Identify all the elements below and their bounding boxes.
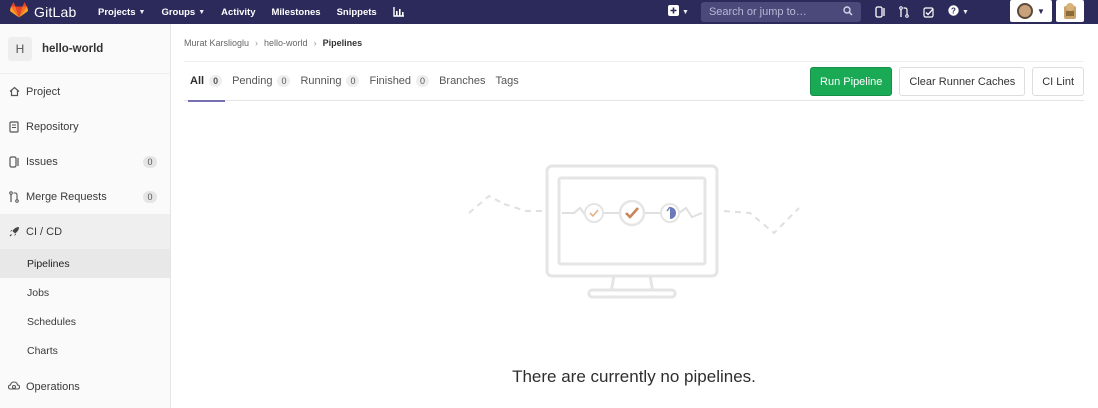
rocket-icon xyxy=(8,226,20,238)
nav-groups-label: Groups xyxy=(161,6,196,18)
sidebar-item-label: CI / CD xyxy=(26,225,63,238)
tab-label: Tags xyxy=(495,75,519,87)
tab-label: All xyxy=(190,75,205,87)
project-sidebar: H hello-world Project Repository Issues … xyxy=(0,24,171,408)
nav-projects-label: Projects xyxy=(98,6,136,18)
top-navbar: GitLab Projects ▼ Groups ▼ Activity Milest… xyxy=(0,0,1098,24)
sidebar-item-repository[interactable]: Repository xyxy=(0,109,170,144)
merge-request-icon xyxy=(8,190,20,203)
sidebar-item-label: Repository xyxy=(26,120,79,133)
gitlab-home-link[interactable]: GitLab xyxy=(10,1,90,23)
pipeline-actions: Run Pipeline Clear Runner Caches CI Lint xyxy=(803,67,1084,96)
merge-requests-count-badge: 0 xyxy=(143,190,157,203)
nav-milestones[interactable]: Milestones xyxy=(271,7,320,18)
nav-groups[interactable]: Groups ▼ xyxy=(161,7,205,18)
empty-pipelines-illustration xyxy=(468,164,800,299)
tab-label: Branches xyxy=(439,75,486,87)
tab-count-badge: 0 xyxy=(416,75,430,87)
tab-label: Running xyxy=(300,75,342,87)
merge-request-nav-icon[interactable] xyxy=(899,6,909,18)
issues-icon xyxy=(8,155,20,168)
clear-runner-caches-button[interactable]: Clear Runner Caches xyxy=(899,67,1026,96)
breadcrumb-project[interactable]: hello-world xyxy=(264,38,308,48)
search-input[interactable]: Search or jump to… xyxy=(700,2,861,22)
nav-activity[interactable]: Activity xyxy=(221,7,255,18)
tab-finished[interactable]: Finished 0 xyxy=(369,62,430,101)
issues-nav-icon[interactable] xyxy=(875,6,885,18)
search-icon xyxy=(843,5,853,19)
doc-icon xyxy=(8,120,20,133)
question-icon: ? xyxy=(948,3,959,21)
chevron-down-icon: ▼ xyxy=(198,8,206,16)
brand-name: GitLab xyxy=(34,4,77,20)
chevron-right-icon: › xyxy=(313,37,317,48)
sidebar-item-label: Project xyxy=(26,85,61,98)
issues-count-badge: 0 xyxy=(143,155,157,168)
empty-state-message: There are currently no pipelines. xyxy=(512,367,756,386)
project-name: hello-world xyxy=(42,42,104,55)
tab-all[interactable]: All 0 xyxy=(187,62,226,102)
sidebar-item-label: Operations xyxy=(26,380,80,393)
tab-count-badge: 0 xyxy=(346,75,360,87)
nav-snippets[interactable]: Snippets xyxy=(337,7,377,18)
tanuki-icon[interactable] xyxy=(1056,0,1084,22)
sidebar-item-label: Merge Requests xyxy=(26,190,107,203)
breadcrumb-current[interactable]: Pipelines xyxy=(323,38,363,48)
gitlab-logo-icon xyxy=(10,1,28,23)
home-icon xyxy=(8,86,20,98)
tab-label: Pending xyxy=(232,75,273,87)
new-item-button[interactable]: ▼ xyxy=(668,3,689,21)
sidebar-subitem-jobs[interactable]: Jobs xyxy=(0,278,170,307)
sidebar-item-project[interactable]: Project xyxy=(0,74,170,109)
chart-bar-icon[interactable] xyxy=(393,7,405,17)
chevron-down-icon: ▼ xyxy=(138,8,146,16)
tab-branches[interactable]: Branches xyxy=(439,62,485,101)
tab-label: Finished xyxy=(369,75,412,87)
cloud-gear-icon xyxy=(8,381,20,393)
empty-state: There are currently no pipelines. xyxy=(184,164,1084,408)
user-menu-button[interactable]: ▼ xyxy=(1010,0,1052,22)
breadcrumb: Murat Karslioglu › hello-world › Pipelin… xyxy=(184,24,1084,62)
ci-lint-button[interactable]: CI Lint xyxy=(1032,67,1084,96)
project-avatar: H xyxy=(8,36,32,61)
sidebar-item-ci-cd[interactable]: CI / CD xyxy=(0,214,170,249)
tab-pending[interactable]: Pending 0 xyxy=(232,62,291,101)
sidebar-subitem-schedules[interactable]: Schedules xyxy=(0,307,170,336)
run-pipeline-button[interactable]: Run Pipeline xyxy=(810,67,893,96)
help-button[interactable]: ? ▼ xyxy=(948,3,969,21)
sidebar-subitem-pipelines[interactable]: Pipelines xyxy=(0,249,170,278)
sidebar-subitem-charts[interactable]: Charts xyxy=(0,336,170,365)
main-content: Murat Karslioglu › hello-world › Pipelin… xyxy=(184,24,1084,102)
tab-count-badge: 0 xyxy=(277,75,291,87)
svg-text:?: ? xyxy=(951,7,956,16)
avatar xyxy=(1017,3,1034,19)
search-placeholder: Search or jump to… xyxy=(708,6,807,18)
tab-count-badge: 0 xyxy=(209,75,223,87)
tab-tags[interactable]: Tags xyxy=(496,62,519,101)
chevron-down-icon: ▼ xyxy=(682,8,689,16)
todos-nav-icon[interactable] xyxy=(923,6,934,18)
breadcrumb-namespace[interactable]: Murat Karslioglu xyxy=(184,38,249,48)
sidebar-project-header[interactable]: H hello-world xyxy=(0,24,170,74)
chevron-down-icon: ▼ xyxy=(1037,6,1045,16)
sidebar-item-merge-requests[interactable]: Merge Requests 0 xyxy=(0,179,170,214)
chevron-down-icon: ▼ xyxy=(961,8,969,16)
tab-running[interactable]: Running 0 xyxy=(300,62,360,101)
plus-square-icon xyxy=(668,3,679,21)
chevron-right-icon: › xyxy=(255,37,259,48)
sidebar-item-issues[interactable]: Issues 0 xyxy=(0,144,170,179)
nav-projects[interactable]: Projects ▼ xyxy=(98,7,145,18)
sidebar-item-label: Issues xyxy=(26,155,58,168)
pipeline-tabs: All 0 Pending 0 Running 0 Finished 0 Bra… xyxy=(184,62,1084,102)
sidebar-item-operations[interactable]: Operations xyxy=(0,369,170,404)
